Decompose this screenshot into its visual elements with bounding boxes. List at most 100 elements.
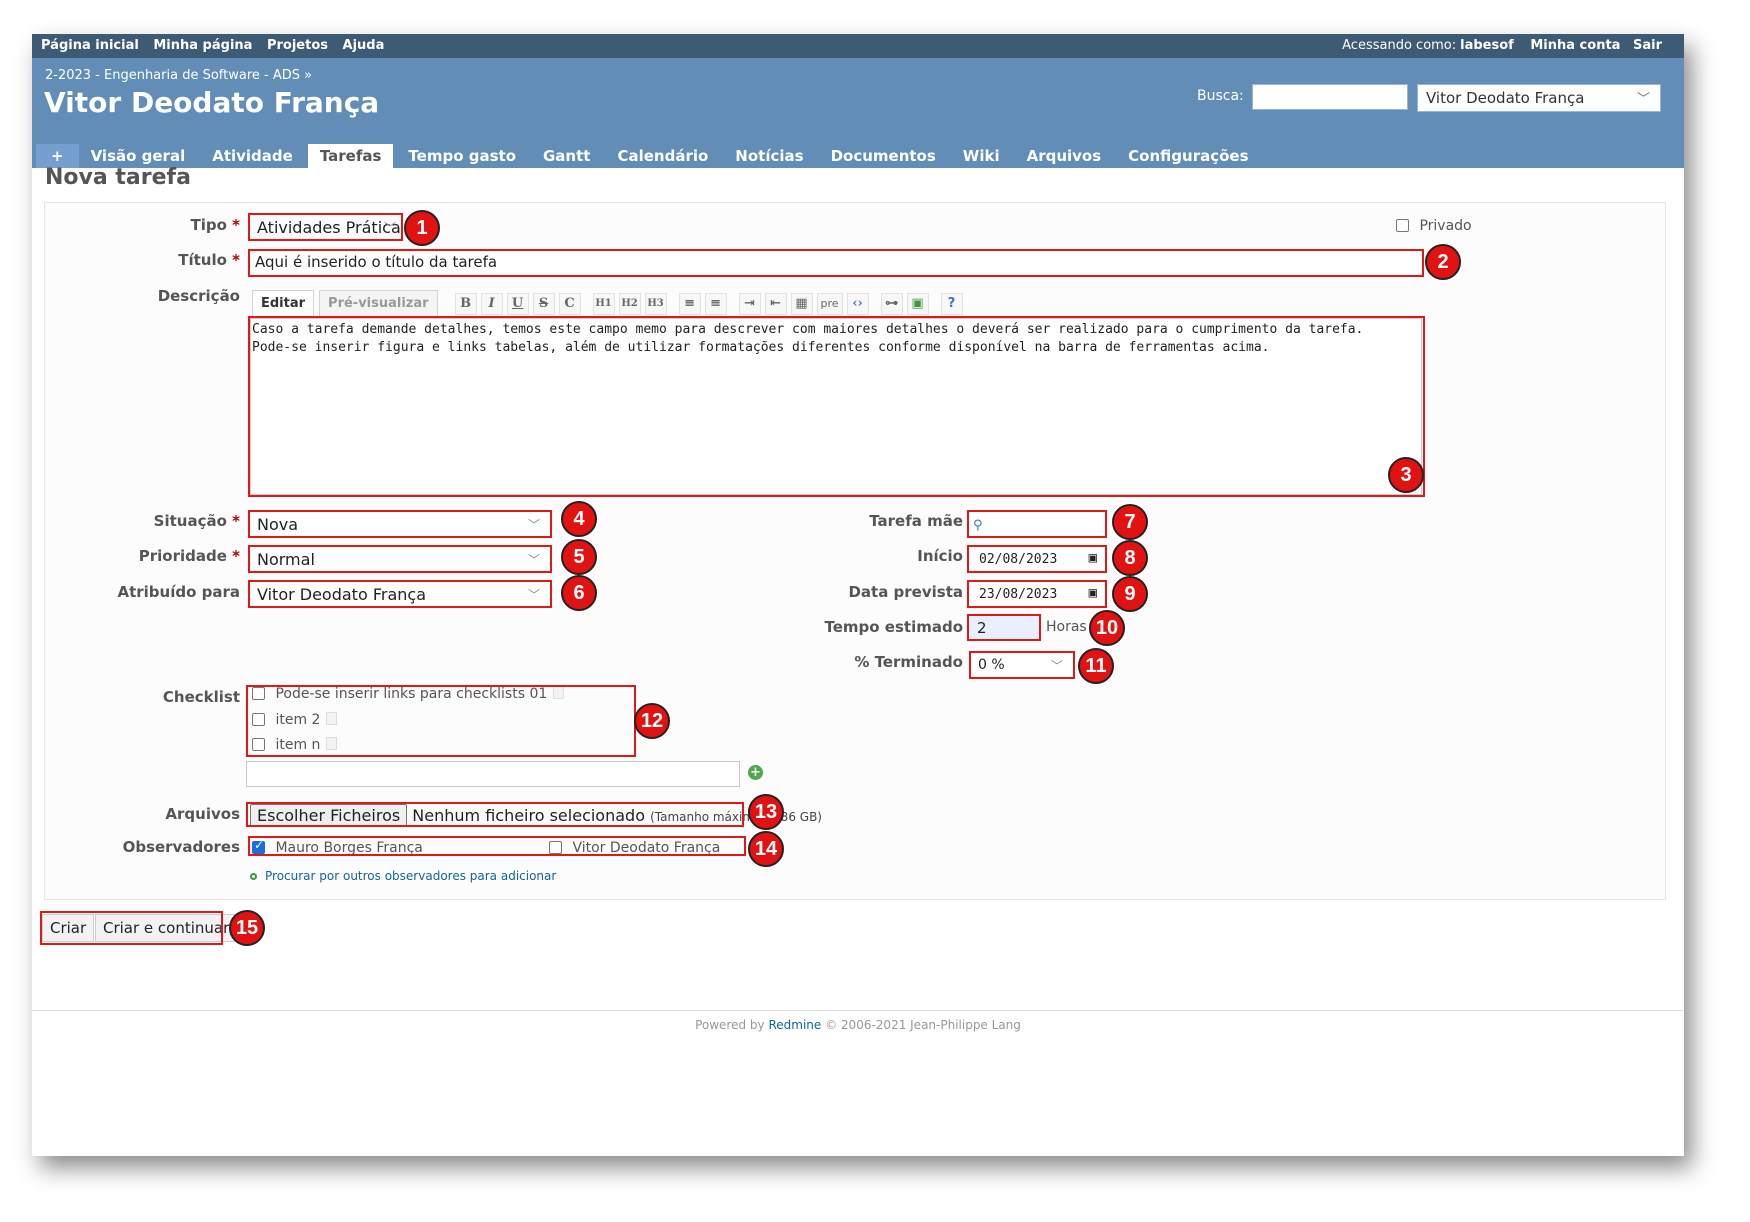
inicio-value: 02/08/2023: [979, 552, 1058, 567]
annotation-badge-9: 9: [1112, 576, 1148, 612]
create-button[interactable]: Criar: [42, 914, 95, 942]
tab-settings[interactable]: Configurações: [1116, 144, 1260, 168]
tarefa-mae-input[interactable]: ⚲: [967, 510, 1107, 538]
situacao-value: Nova: [257, 515, 299, 534]
chevron-down-icon: ﹀: [1636, 92, 1650, 107]
chevron-down-icon: ﹀: [1050, 659, 1063, 673]
checklist-item: item 2: [252, 712, 338, 728]
data-prevista-date-input[interactable]: 23/08/2023 ▣: [967, 580, 1107, 608]
help-icon[interactable]: ?: [940, 292, 963, 315]
checklist-item: Pode-se inserir links para checklists 01: [252, 686, 565, 702]
bold-button[interactable]: B: [454, 292, 477, 315]
menu-my-page[interactable]: Minha página: [153, 38, 252, 53]
tempo-estimado-input[interactable]: 2: [967, 614, 1041, 641]
descricao-line-1: Caso a tarefa demande detalhes, temos es…: [252, 322, 1364, 337]
search-label: Busca:: [1197, 88, 1244, 104]
checklist-new-item-input[interactable]: [246, 761, 740, 787]
calendar-icon[interactable]: ▣: [1089, 585, 1097, 601]
annotation-badge-5: 5: [561, 539, 597, 575]
strikethrough-button[interactable]: S: [532, 292, 555, 315]
project-jump-value: Vitor Deodato França: [1426, 89, 1585, 107]
tab-gantt[interactable]: Gantt: [531, 144, 602, 168]
inicio-date-input[interactable]: 02/08/2023 ▣: [967, 545, 1107, 573]
trash-icon[interactable]: [553, 686, 565, 699]
tab-time-entries[interactable]: Tempo gasto: [396, 144, 528, 168]
ordered-list-icon[interactable]: ≡: [704, 292, 727, 315]
my-account-link[interactable]: Minha conta: [1530, 38, 1620, 53]
menu-home[interactable]: Página inicial: [41, 38, 139, 53]
watcher-checkbox[interactable]: [252, 838, 265, 854]
logged-user-link[interactable]: labesof: [1460, 38, 1514, 53]
indent-icon[interactable]: ⇥: [738, 292, 761, 315]
tab-documents[interactable]: Documentos: [819, 144, 948, 168]
watcher-item: Mauro Borges França: [252, 838, 423, 856]
editor-tab-preview[interactable]: Pré-visualizar: [319, 290, 438, 317]
outdent-icon[interactable]: ⇤: [764, 292, 787, 315]
watcher-name: Mauro Borges França: [275, 840, 423, 856]
project-jump-select[interactable]: Vitor Deodato França ﹀: [1417, 84, 1661, 112]
checklist-item-checkbox[interactable]: [252, 713, 265, 726]
editor-toolbar: Editar Pré-visualizar B I U S C H1 H2 H3…: [244, 290, 963, 317]
checklist-item-label: item 2: [275, 712, 321, 728]
tab-news[interactable]: Notícias: [723, 144, 815, 168]
heading3-button[interactable]: H3: [644, 292, 667, 315]
underline-button[interactable]: U: [506, 292, 529, 315]
redmine-link[interactable]: Redmine: [768, 1018, 821, 1032]
code-highlight-icon[interactable]: ‹›: [846, 292, 869, 315]
atribuido-select[interactable]: Vitor Deodato França ﹀: [248, 580, 552, 608]
annotation-badge-4: 4: [561, 501, 597, 537]
situacao-select[interactable]: Nova ﹀: [248, 510, 552, 538]
logged-as-label: Acessando como:: [1342, 38, 1457, 53]
checklist-item-checkbox[interactable]: [252, 687, 265, 700]
calendar-icon[interactable]: ▣: [1089, 550, 1097, 566]
main-tabs: + Visão geral Atividade Tarefas Tempo ga…: [36, 142, 1264, 168]
add-checklist-item-icon[interactable]: +: [748, 765, 763, 780]
breadcrumb[interactable]: 2-2023 - Engenharia de Software - ADS »: [45, 68, 312, 83]
italic-button[interactable]: I: [480, 292, 503, 315]
table-icon[interactable]: ▦: [790, 292, 813, 315]
trash-icon[interactable]: [326, 712, 338, 725]
footer-divider: [32, 1010, 1684, 1011]
image-icon[interactable]: ▣: [906, 292, 929, 315]
search-input[interactable]: [1252, 84, 1408, 110]
private-checkbox[interactable]: [1396, 219, 1409, 232]
menu-help[interactable]: Ajuda: [343, 38, 385, 53]
terminado-select[interactable]: 0 % ﹀: [969, 651, 1075, 679]
logout-link[interactable]: Sair: [1633, 38, 1662, 53]
add-watchers-text: Procurar por outros observadores para ad…: [265, 869, 557, 883]
unordered-list-icon[interactable]: ≡: [678, 292, 701, 315]
add-watchers-link[interactable]: Procurar por outros observadores para ad…: [250, 869, 556, 883]
trash-icon[interactable]: [326, 737, 338, 750]
arquivos-label: Arquivos: [165, 805, 240, 823]
tab-files[interactable]: Arquivos: [1015, 144, 1114, 168]
tab-wiki[interactable]: Wiki: [951, 144, 1012, 168]
checklist-item: item n: [252, 737, 338, 753]
heading2-button[interactable]: H2: [618, 292, 641, 315]
search-icon: ⚲: [973, 518, 983, 533]
footer-suffix: © 2006-2021 Jean-Philippe Lang: [825, 1018, 1021, 1032]
prioridade-select[interactable]: Normal ﹀: [248, 545, 552, 573]
titulo-input[interactable]: Aqui é inserido o título da tarefa: [250, 251, 1422, 275]
tipo-value: Atividades Práticas: [257, 218, 400, 237]
checklist-item-checkbox[interactable]: [252, 738, 265, 751]
menu-projects[interactable]: Projetos: [267, 38, 328, 53]
tab-calendar[interactable]: Calendário: [605, 144, 720, 168]
checklist-item-label: Pode-se inserir links para checklists 01: [275, 686, 548, 702]
create-continue-button[interactable]: Criar e continuar: [95, 914, 238, 942]
choose-files-button[interactable]: Escolher Ficheiros: [250, 804, 408, 827]
chevron-down-icon: ﹀: [527, 553, 540, 567]
editor-tab-edit[interactable]: Editar: [252, 290, 315, 317]
project-header: 2-2023 - Engenharia de Software - ADS » …: [32, 58, 1684, 168]
descricao-textarea[interactable]: Caso a tarefa demande detalhes, temos es…: [250, 318, 1422, 495]
heading1-button[interactable]: H1: [592, 292, 615, 315]
tipo-select[interactable]: Atividades Práticas ﹀: [250, 215, 400, 241]
terminado-value: 0 %: [978, 657, 1005, 673]
preformatted-button[interactable]: pre: [816, 292, 843, 315]
link-icon[interactable]: ⊶: [880, 292, 903, 315]
tab-activity[interactable]: Atividade: [200, 144, 305, 168]
tab-issues[interactable]: Tarefas: [307, 144, 394, 168]
inline-code-button[interactable]: C: [558, 292, 581, 315]
private-toggle[interactable]: Privado: [1396, 218, 1472, 234]
watcher-checkbox[interactable]: [549, 841, 562, 854]
checklist-label: Checklist: [162, 688, 240, 706]
